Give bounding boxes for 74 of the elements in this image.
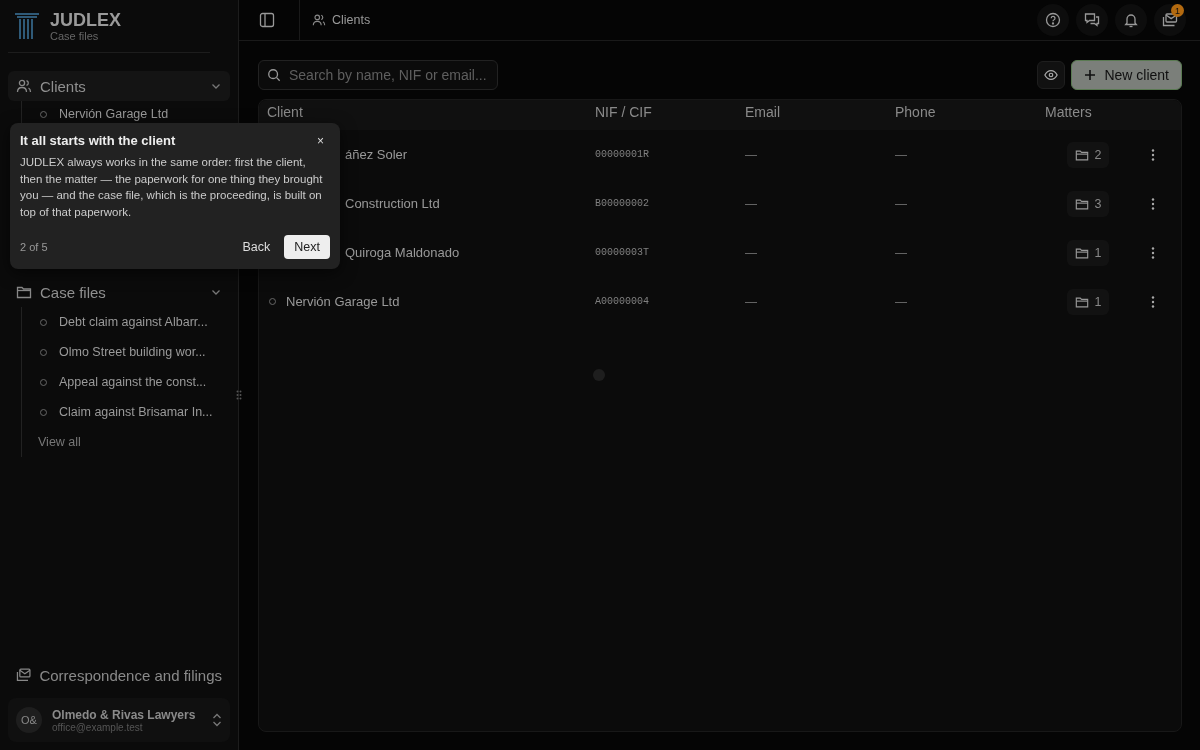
sidebar-toggle-icon[interactable] <box>259 12 275 28</box>
eye-icon <box>1044 68 1059 82</box>
chevron-up-down-icon <box>212 712 222 728</box>
step-counter: 2 of 5 <box>20 241 48 253</box>
sidebar-item[interactable]: Olmo Street building wor... <box>22 337 230 367</box>
column-logo-icon <box>14 11 40 41</box>
matters-button[interactable]: 3 <box>1066 190 1110 217</box>
bell-icon <box>1123 12 1139 28</box>
brand-subtitle: Case files <box>50 30 100 42</box>
sidebar-group-header[interactable]: Case files <box>8 277 230 307</box>
more-options-icon[interactable] <box>1151 148 1155 161</box>
plus-icon <box>1084 69 1097 81</box>
inbox-icon <box>1162 12 1178 28</box>
chat-icon <box>1084 12 1100 28</box>
sidebar-item[interactable]: Debt claim against Albarr... <box>22 307 230 337</box>
column-header: Client <box>266 104 304 120</box>
account-switcher[interactable]: O& Olmedo & Rivas Lawyers office@example.test <box>8 698 230 742</box>
folder-icon <box>1074 245 1089 260</box>
help-button[interactable] <box>1037 4 1069 36</box>
tour-text: JUDLEX always works in the same order: first the client, then the matter — the paperwork for one thing they brought you — and the case file, which is the proceeding, is built on top of that paperwork. <box>20 155 324 220</box>
table-cell-text: — <box>895 245 908 260</box>
account-email: office@example.test <box>52 721 144 733</box>
breadcrumb[interactable]: Clients <box>332 13 371 27</box>
sidebar-item[interactable]: Correspondence and filings <box>8 660 230 690</box>
next-button[interactable]: Next <box>284 235 330 259</box>
folder-icon <box>1074 294 1089 309</box>
table-cell-text: 00000003T <box>595 247 650 258</box>
avatar-initials: O& <box>16 707 42 733</box>
new-client-button[interactable]: New client <box>1071 60 1182 90</box>
help-icon <box>1045 12 1061 28</box>
mail-stack-icon <box>16 667 32 683</box>
chat-button[interactable] <box>1076 4 1108 36</box>
sidebar-item[interactable]: Nervión Garage Ltd <box>22 103 230 125</box>
matters-button[interactable]: 2 <box>1066 141 1110 168</box>
sidebar-item[interactable]: Appeal against the const... <box>22 367 230 397</box>
matters-button[interactable]: 1 <box>1066 288 1110 315</box>
tour-title: It all starts with the client <box>20 133 176 148</box>
sidebar-group-header[interactable]: Clients <box>8 71 230 101</box>
table-cell-text: — <box>745 245 758 260</box>
client-name[interactable]: Nervión Garage Ltd <box>286 294 400 309</box>
table-cell-text: — <box>895 147 908 162</box>
notifications-button[interactable] <box>1115 4 1147 36</box>
more-options-icon[interactable] <box>1151 197 1155 210</box>
table-cell-text: — <box>745 294 758 309</box>
view-toggle-button[interactable] <box>1037 61 1066 89</box>
folder-icon <box>16 284 32 300</box>
column-header: Email <box>745 104 781 120</box>
close-button[interactable]: × <box>311 133 330 148</box>
table-cell-text: — <box>895 196 908 211</box>
column-header: NIF / CIF <box>595 104 653 120</box>
table-cell-text: — <box>745 147 758 162</box>
column-header: Matters <box>1045 104 1093 120</box>
account-name: Olmedo & Rivas Lawyers <box>52 707 197 722</box>
folder-icon <box>1074 147 1089 162</box>
matters-button[interactable]: 1 <box>1066 239 1110 266</box>
more-options-icon[interactable] <box>1151 295 1155 308</box>
table-cell-text: — <box>745 196 758 211</box>
folder-icon <box>1074 196 1089 211</box>
table-cell-text: 00000001R <box>595 149 650 160</box>
column-header: Phone <box>895 104 937 120</box>
users-icon <box>312 13 326 27</box>
brand-name: JUDLEX <box>50 10 121 30</box>
resize-grip-icon[interactable] <box>236 390 242 400</box>
users-icon <box>16 78 32 94</box>
back-button[interactable]: Back <box>234 236 279 258</box>
table-cell-text: — <box>895 294 908 309</box>
view-all-link[interactable]: View all <box>22 427 230 457</box>
search-icon <box>267 68 281 82</box>
more-options-icon[interactable] <box>1151 246 1155 259</box>
search-field[interactable]: Search by name, NIF or email... <box>258 60 498 90</box>
table-cell-text: B00000002 <box>595 198 650 209</box>
table-cell-text: A00000004 <box>595 296 650 307</box>
sidebar-item[interactable]: Claim against Brisamar In... <box>22 397 230 427</box>
inbox-button[interactable] <box>1154 4 1186 36</box>
